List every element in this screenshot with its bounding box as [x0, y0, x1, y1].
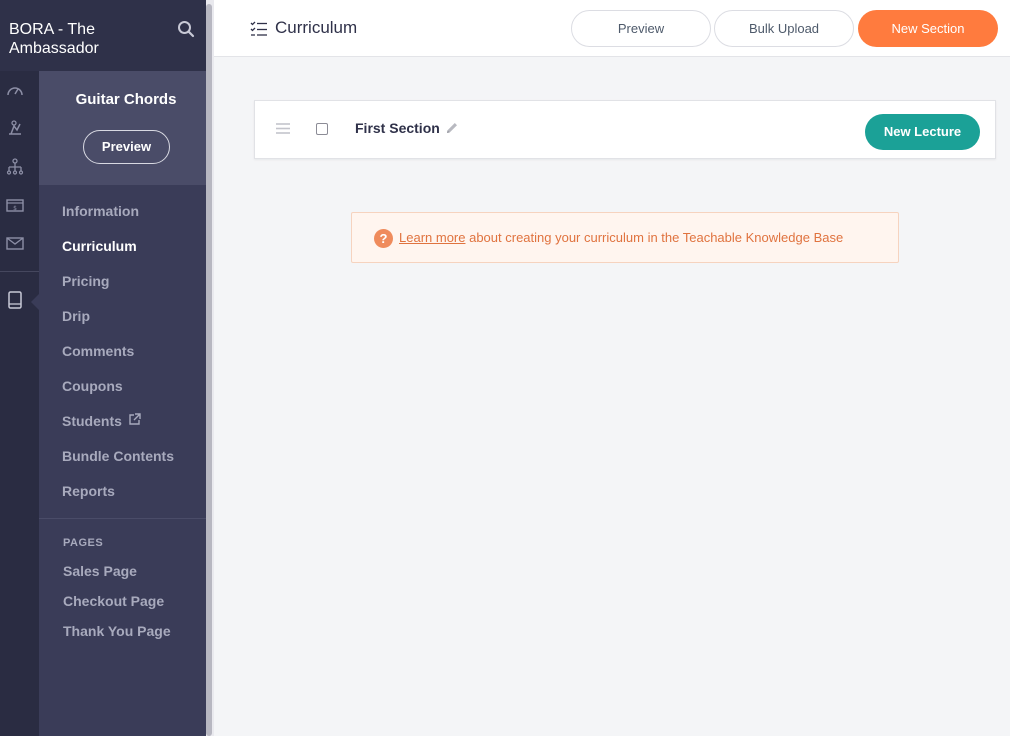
nav-item-students-label: Students: [62, 413, 122, 429]
active-indicator: [31, 294, 39, 310]
pages-heading: PAGES: [63, 537, 104, 549]
drag-handle-icon[interactable]: [276, 123, 290, 134]
course-title: Guitar Chords: [75, 91, 177, 108]
pages-nav: Sales Page Checkout Page Thank You Page: [63, 561, 171, 651]
knowledge-base-banner: ? Learn more about creating your curricu…: [351, 212, 899, 263]
nav-item-curriculum[interactable]: Curriculum: [62, 235, 174, 270]
banner-message: about creating your curriculum in the Te…: [465, 230, 844, 245]
search-icon[interactable]: [177, 20, 195, 38]
page-item-sales[interactable]: Sales Page: [63, 561, 171, 591]
nav-item-comments[interactable]: Comments: [62, 340, 174, 375]
sidebar: BORA - The Ambassador $ Guitar Chords Pr…: [0, 0, 214, 736]
external-link-icon: [129, 413, 141, 425]
marketing-icon[interactable]: [5, 118, 25, 138]
school-name[interactable]: BORA - The Ambassador: [9, 20, 159, 58]
sales-icon[interactable]: $: [5, 195, 25, 215]
nav-item-pricing[interactable]: Pricing: [62, 270, 174, 305]
section-name: First Section: [355, 120, 440, 136]
course-panel: Guitar Chords Preview Information Curric…: [39, 71, 206, 736]
nav-item-drip[interactable]: Drip: [62, 305, 174, 340]
nav-item-students[interactable]: Students: [62, 410, 174, 445]
learn-more-link[interactable]: Learn more: [399, 230, 465, 245]
page-item-thank-you[interactable]: Thank You Page: [63, 621, 171, 651]
nav-item-bundle-contents[interactable]: Bundle Contents: [62, 445, 174, 480]
top-bar: Curriculum Preview Bulk Upload New Secti…: [214, 0, 1010, 57]
nav-item-coupons[interactable]: Coupons: [62, 375, 174, 410]
banner-text: Learn more about creating your curriculu…: [399, 230, 843, 245]
curriculum-list-icon: [250, 21, 267, 36]
bulk-upload-button[interactable]: Bulk Upload: [714, 10, 854, 47]
new-lecture-button[interactable]: New Lecture: [865, 114, 980, 150]
rail-divider: [0, 271, 39, 272]
courses-icon[interactable]: [5, 290, 25, 310]
page-item-checkout[interactable]: Checkout Page: [63, 591, 171, 621]
course-preview-button[interactable]: Preview: [83, 130, 170, 164]
section-row: First Section New Lecture: [254, 100, 996, 159]
course-nav: Information Curriculum Pricing Drip Comm…: [62, 200, 174, 515]
question-icon: ?: [374, 229, 393, 248]
dashboard-icon[interactable]: [5, 81, 25, 101]
sitemap-icon[interactable]: [5, 157, 25, 177]
svg-text:$: $: [13, 205, 17, 212]
nav-item-reports[interactable]: Reports: [62, 480, 174, 515]
new-section-button[interactable]: New Section: [858, 10, 998, 47]
nav-item-information[interactable]: Information: [62, 200, 174, 235]
school-header: BORA - The Ambassador: [0, 0, 206, 71]
email-icon[interactable]: [5, 233, 25, 253]
course-header: Guitar Chords Preview: [39, 71, 206, 185]
icon-rail: $: [0, 71, 39, 736]
section-checkbox[interactable]: [316, 123, 328, 135]
nav-divider: [39, 518, 206, 519]
sidebar-scroll-thumb[interactable]: [206, 4, 212, 736]
preview-button[interactable]: Preview: [571, 10, 711, 47]
page-title: Curriculum: [275, 18, 358, 37]
pencil-icon[interactable]: [445, 121, 459, 135]
